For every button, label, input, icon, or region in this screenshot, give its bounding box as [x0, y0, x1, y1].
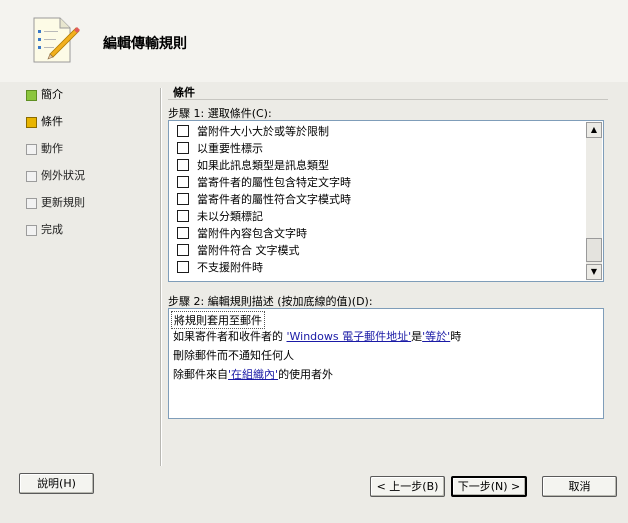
inside-organization-link[interactable]: '在組織內' — [228, 368, 278, 381]
description-text: 如果寄件者和收件者的 — [173, 330, 287, 343]
condition-item[interactable]: 當附件符合 文字模式 — [177, 242, 300, 259]
step-label: 條件 — [41, 115, 63, 128]
page-title: 編輯傳輸規則 — [103, 36, 187, 52]
step-label: 動作 — [41, 142, 63, 155]
description-line: 刪除郵件而不通知任何人 — [173, 349, 294, 362]
document-pencil-icon — [33, 17, 80, 63]
equals-link[interactable]: '等於' — [422, 330, 450, 343]
checkbox[interactable] — [177, 159, 189, 171]
step-label: 例外狀況 — [41, 169, 85, 182]
back-button[interactable]: < 上一步(B) — [370, 476, 445, 497]
description-text: 時 — [450, 330, 462, 343]
checkbox[interactable] — [177, 227, 189, 239]
condition-item[interactable]: 不支援附件時 — [177, 259, 263, 276]
condition-item[interactable]: 當附件內容包含文字時 — [177, 225, 307, 242]
step-conditions: 條件 — [20, 115, 150, 142]
condition-item[interactable]: 未以分類標記 — [177, 208, 263, 225]
description-text: 除郵件來自 — [173, 368, 228, 381]
condition-label: 以重要性標示 — [197, 142, 263, 155]
step2-label: 步驟 2: 編輯規則描述 (按加底線的值)(D): — [168, 295, 373, 308]
scroll-up-arrow-icon[interactable]: ▲ — [586, 122, 602, 138]
condition-item[interactable]: 當寄件者的屬性包含特定文字時 — [177, 174, 351, 191]
description-text: 是 — [411, 330, 423, 343]
step-exceptions: 例外狀況 — [20, 169, 150, 196]
sidebar-divider — [160, 88, 162, 466]
step-actions: 動作 — [20, 142, 150, 169]
checkbox[interactable] — [177, 125, 189, 137]
conditions-list[interactable]: 當附件大小大於或等於限制 以重要性標示 如果此訊息類型是訊息類型 當寄件者的屬性… — [168, 120, 604, 282]
condition-label: 當附件符合 文字模式 — [197, 244, 300, 257]
step-completion: 完成 — [20, 223, 150, 250]
description-line: 除郵件來自'在組織內'的使用者外 — [173, 366, 333, 382]
condition-label: 不支援附件時 — [197, 261, 263, 274]
step-pending-icon — [26, 198, 37, 209]
condition-item[interactable]: 如果此訊息類型是訊息類型 — [177, 157, 329, 174]
scroll-down-arrow-icon[interactable]: ▼ — [586, 264, 602, 280]
description-line: 將規則套用至郵件 — [171, 311, 265, 329]
condition-label: 當附件大小大於或等於限制 — [197, 125, 329, 138]
step-pending-icon — [26, 171, 37, 182]
windows-email-address-link[interactable]: 'Windows 電子郵件地址' — [287, 330, 412, 343]
cancel-button[interactable]: 取消 — [542, 476, 617, 497]
step-label: 完成 — [41, 223, 63, 236]
checkbox[interactable] — [177, 176, 189, 188]
next-button[interactable]: 下一步(N) > — [451, 476, 527, 497]
wizard-steps: 簡介 條件 動作 例外狀況 更新規則 完成 — [20, 88, 150, 250]
condition-label: 當附件內容包含文字時 — [197, 227, 307, 240]
description-line: 如果寄件者和收件者的 'Windows 電子郵件地址'是'等於'時 — [173, 328, 461, 344]
step-pending-icon — [26, 225, 37, 236]
step-update-rule: 更新規則 — [20, 196, 150, 223]
checkbox[interactable] — [177, 244, 189, 256]
checkbox[interactable] — [177, 142, 189, 154]
section-title: 條件 — [173, 86, 195, 99]
condition-item[interactable]: 當寄件者的屬性符合文字模式時 — [177, 191, 351, 208]
vertical-scrollbar[interactable]: ▲ ▼ — [586, 122, 602, 280]
step-current-icon — [26, 117, 37, 128]
checkbox[interactable] — [177, 210, 189, 222]
checkbox[interactable] — [177, 193, 189, 205]
step-pending-icon — [26, 144, 37, 155]
condition-label: 當寄件者的屬性包含特定文字時 — [197, 176, 351, 189]
step-introduction: 簡介 — [20, 88, 150, 115]
description-text: 的使用者外 — [278, 368, 334, 381]
condition-label: 未以分類標記 — [197, 210, 263, 223]
condition-label: 如果此訊息類型是訊息類型 — [197, 159, 329, 172]
condition-item[interactable]: 以重要性標示 — [177, 140, 263, 157]
checkbox[interactable] — [177, 261, 189, 273]
step1-label: 步驟 1: 選取條件(C): — [168, 107, 272, 120]
condition-item[interactable]: 當附件大小大於或等於限制 — [177, 123, 329, 140]
condition-label: 當寄件者的屬性符合文字模式時 — [197, 193, 351, 206]
step-label: 更新規則 — [41, 196, 85, 209]
step-label: 簡介 — [41, 88, 63, 101]
section-separator — [168, 99, 608, 100]
step-complete-icon — [26, 90, 37, 101]
wizard-header: 編輯傳輸規則 — [0, 0, 628, 82]
rule-description-box: 將規則套用至郵件 如果寄件者和收件者的 'Windows 電子郵件地址'是'等於… — [168, 308, 604, 419]
scroll-thumb[interactable] — [586, 238, 602, 262]
help-button[interactable]: 說明(H) — [19, 473, 94, 494]
